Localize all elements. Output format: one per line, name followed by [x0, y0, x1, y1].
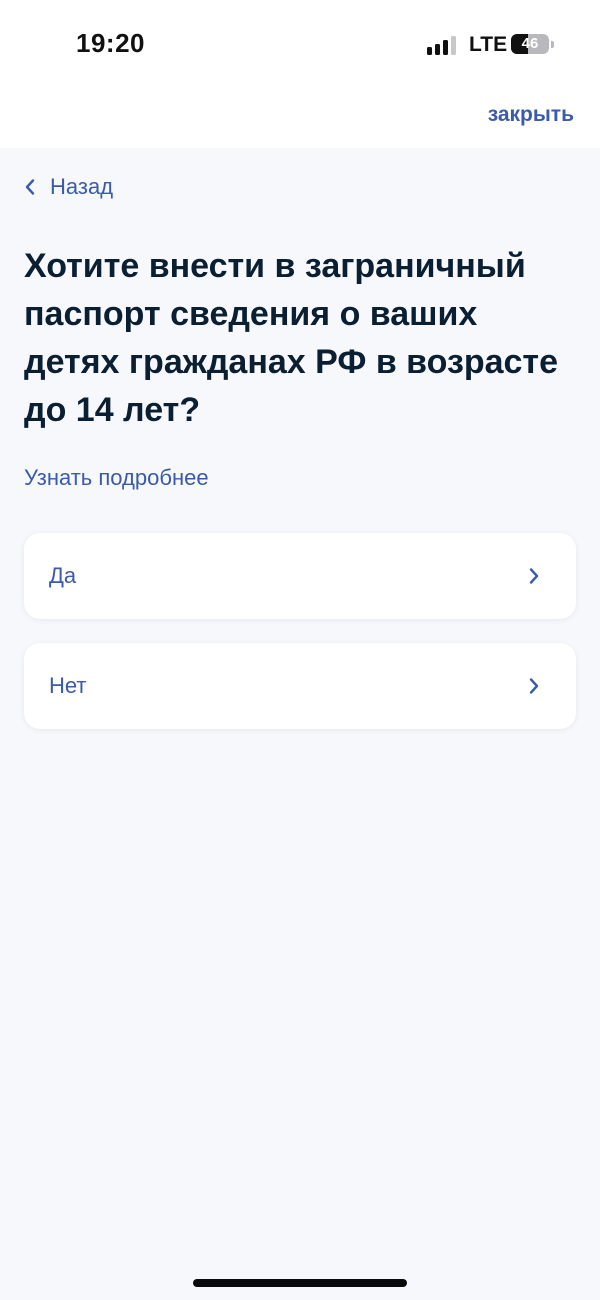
option-yes[interactable]: Да — [24, 533, 576, 619]
chevron-right-icon — [528, 677, 540, 695]
close-button[interactable]: закрыть — [488, 103, 574, 127]
chevron-right-icon — [528, 567, 540, 585]
network-type: LTE — [469, 33, 508, 56]
signal-bar — [427, 47, 432, 55]
chevron-left-icon — [24, 178, 36, 196]
battery-level: 46 — [521, 35, 539, 52]
option-no[interactable]: Нет — [24, 643, 576, 729]
back-button[interactable]: Назад — [24, 173, 113, 201]
home-indicator[interactable] — [193, 1279, 407, 1287]
top-area: 19:20 LTE 46 закрыть — [0, 0, 600, 148]
signal-bar — [451, 36, 456, 55]
signal-bar — [435, 44, 440, 55]
option-label: Нет — [49, 673, 87, 698]
battery-tip — [551, 41, 554, 48]
signal-strength-icon — [427, 35, 459, 55]
learn-more-link[interactable]: Узнать подробнее — [24, 465, 209, 491]
signal-bar — [443, 40, 448, 55]
status-bar: 19:20 LTE 46 — [0, 0, 600, 90]
answer-options: Да Нет — [24, 533, 576, 753]
battery-icon: 46 — [511, 34, 549, 54]
back-label: Назад — [50, 174, 114, 199]
question-title: Хотите внести в заграничный паспорт свед… — [24, 247, 558, 429]
option-label: Да — [49, 563, 77, 588]
status-time: 19:20 — [76, 28, 145, 58]
